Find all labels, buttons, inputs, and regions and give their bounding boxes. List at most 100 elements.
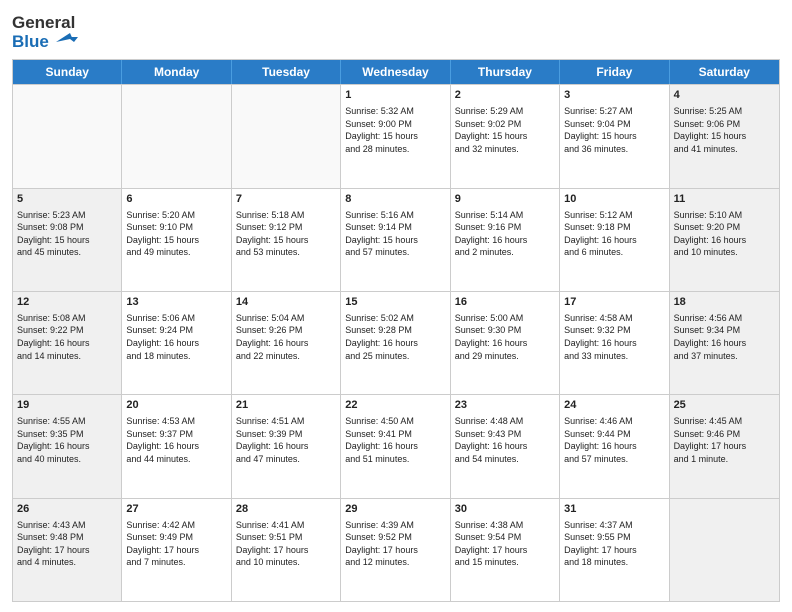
day-info: Sunrise: 5:06 AM Sunset: 9:24 PM Dayligh…: [126, 312, 226, 362]
day-info: Sunrise: 4:41 AM Sunset: 9:51 PM Dayligh…: [236, 519, 336, 569]
week-row-3: 12 Sunrise: 5:08 AM Sunset: 9:22 PM Dayli…: [13, 291, 779, 394]
day-number: 27: [126, 502, 226, 517]
week-row-1: 1 Sunrise: 5:32 AM Sunset: 9:00 PM Daylig…: [13, 84, 779, 187]
calendar-cell: 14 Sunrise: 5:04 AM Sunset: 9:26 PM Dayli…: [232, 292, 341, 394]
day-number: 28: [236, 502, 336, 517]
week-row-2: 5 Sunrise: 5:23 AM Sunset: 9:08 PM Daylig…: [13, 188, 779, 291]
day-info: Sunrise: 4:46 AM Sunset: 9:44 PM Dayligh…: [564, 415, 664, 465]
calendar-cell: 29 Sunrise: 4:39 AM Sunset: 9:52 PM Dayli…: [341, 499, 450, 601]
calendar-cell: 19 Sunrise: 4:55 AM Sunset: 9:35 PM Dayli…: [13, 395, 122, 497]
page: General Blue SundayMondayTuesdayWednesda…: [0, 0, 792, 612]
day-number: 9: [455, 192, 555, 207]
day-info: Sunrise: 4:48 AM Sunset: 9:43 PM Dayligh…: [455, 415, 555, 465]
day-number: 14: [236, 295, 336, 310]
calendar-cell: [13, 85, 122, 187]
day-number: 3: [564, 88, 664, 103]
day-info: Sunrise: 4:53 AM Sunset: 9:37 PM Dayligh…: [126, 415, 226, 465]
day-info: Sunrise: 5:12 AM Sunset: 9:18 PM Dayligh…: [564, 209, 664, 259]
day-number: 2: [455, 88, 555, 103]
day-number: 29: [345, 502, 445, 517]
day-number: 31: [564, 502, 664, 517]
day-number: 11: [674, 192, 775, 207]
day-number: 12: [17, 295, 117, 310]
day-info: Sunrise: 5:25 AM Sunset: 9:06 PM Dayligh…: [674, 105, 775, 155]
day-number: 10: [564, 192, 664, 207]
day-number: 25: [674, 398, 775, 413]
day-number: 7: [236, 192, 336, 207]
calendar-cell: 8 Sunrise: 5:16 AM Sunset: 9:14 PM Daylig…: [341, 189, 450, 291]
day-number: 26: [17, 502, 117, 517]
calendar-cell: [670, 499, 779, 601]
calendar-cell: 20 Sunrise: 4:53 AM Sunset: 9:37 PM Dayli…: [122, 395, 231, 497]
day-info: Sunrise: 5:04 AM Sunset: 9:26 PM Dayligh…: [236, 312, 336, 362]
day-number: 13: [126, 295, 226, 310]
logo: General Blue: [12, 10, 78, 51]
header-day-thursday: Thursday: [451, 60, 560, 84]
calendar-cell: 2 Sunrise: 5:29 AM Sunset: 9:02 PM Daylig…: [451, 85, 560, 187]
calendar-cell: [122, 85, 231, 187]
calendar-cell: 6Sunrise: 5:20 AM Sunset: 9:10 PM Daylig…: [122, 189, 231, 291]
day-number: 1: [345, 88, 445, 103]
logo-general: General: [12, 14, 78, 33]
day-info: Sunrise: 4:38 AM Sunset: 9:54 PM Dayligh…: [455, 519, 555, 569]
day-number: 8: [345, 192, 445, 207]
header: General Blue: [12, 10, 780, 51]
day-info: Sunrise: 5:23 AM Sunset: 9:08 PM Dayligh…: [17, 209, 117, 259]
calendar-cell: 25 Sunrise: 4:45 AM Sunset: 9:46 PM Dayli…: [670, 395, 779, 497]
day-info: Sunrise: 5:20 AM Sunset: 9:10 PM Dayligh…: [126, 209, 226, 259]
calendar-cell: 28 Sunrise: 4:41 AM Sunset: 9:51 PM Dayli…: [232, 499, 341, 601]
calendar-cell: 31 Sunrise: 4:37 AM Sunset: 9:55 PM Dayli…: [560, 499, 669, 601]
day-number: 16: [455, 295, 555, 310]
day-info: Sunrise: 4:37 AM Sunset: 9:55 PM Dayligh…: [564, 519, 664, 569]
calendar-cell: 16 Sunrise: 5:00 AM Sunset: 9:30 PM Dayli…: [451, 292, 560, 394]
calendar-cell: 24 Sunrise: 4:46 AM Sunset: 9:44 PM Dayli…: [560, 395, 669, 497]
header-day-monday: Monday: [122, 60, 231, 84]
header-day-wednesday: Wednesday: [341, 60, 450, 84]
day-info: Sunrise: 5:18 AM Sunset: 9:12 PM Dayligh…: [236, 209, 336, 259]
calendar-cell: 17Sunrise: 4:58 AM Sunset: 9:32 PM Dayli…: [560, 292, 669, 394]
calendar-cell: 18 Sunrise: 4:56 AM Sunset: 9:34 PM Dayli…: [670, 292, 779, 394]
week-row-4: 19 Sunrise: 4:55 AM Sunset: 9:35 PM Dayli…: [13, 394, 779, 497]
calendar-cell: 4Sunrise: 5:25 AM Sunset: 9:06 PM Daylig…: [670, 85, 779, 187]
week-row-5: 26Sunrise: 4:43 AM Sunset: 9:48 PM Dayli…: [13, 498, 779, 601]
day-info: Sunrise: 5:29 AM Sunset: 9:02 PM Dayligh…: [455, 105, 555, 155]
calendar-cell: 21Sunrise: 4:51 AM Sunset: 9:39 PM Dayli…: [232, 395, 341, 497]
day-number: 15: [345, 295, 445, 310]
calendar-cell: 15 Sunrise: 5:02 AM Sunset: 9:28 PM Dayli…: [341, 292, 450, 394]
day-info: Sunrise: 5:16 AM Sunset: 9:14 PM Dayligh…: [345, 209, 445, 259]
day-info: Sunrise: 4:39 AM Sunset: 9:52 PM Dayligh…: [345, 519, 445, 569]
logo-bird-icon: [56, 33, 78, 51]
day-number: 20: [126, 398, 226, 413]
header-day-saturday: Saturday: [670, 60, 779, 84]
calendar-cell: 27 Sunrise: 4:42 AM Sunset: 9:49 PM Dayli…: [122, 499, 231, 601]
calendar-cell: 22Sunrise: 4:50 AM Sunset: 9:41 PM Dayli…: [341, 395, 450, 497]
day-info: Sunrise: 4:45 AM Sunset: 9:46 PM Dayligh…: [674, 415, 775, 465]
day-info: Sunrise: 5:00 AM Sunset: 9:30 PM Dayligh…: [455, 312, 555, 362]
day-number: 23: [455, 398, 555, 413]
calendar-cell: 1 Sunrise: 5:32 AM Sunset: 9:00 PM Daylig…: [341, 85, 450, 187]
day-number: 18: [674, 295, 775, 310]
header-day-sunday: Sunday: [13, 60, 122, 84]
day-number: 24: [564, 398, 664, 413]
calendar-body: 1 Sunrise: 5:32 AM Sunset: 9:00 PM Daylig…: [13, 84, 779, 601]
calendar-cell: 13 Sunrise: 5:06 AM Sunset: 9:24 PM Dayli…: [122, 292, 231, 394]
day-info: Sunrise: 4:50 AM Sunset: 9:41 PM Dayligh…: [345, 415, 445, 465]
day-info: Sunrise: 5:10 AM Sunset: 9:20 PM Dayligh…: [674, 209, 775, 259]
day-info: Sunrise: 5:32 AM Sunset: 9:00 PM Dayligh…: [345, 105, 445, 155]
day-info: Sunrise: 4:42 AM Sunset: 9:49 PM Dayligh…: [126, 519, 226, 569]
calendar-cell: 5 Sunrise: 5:23 AM Sunset: 9:08 PM Daylig…: [13, 189, 122, 291]
calendar-cell: 3 Sunrise: 5:27 AM Sunset: 9:04 PM Daylig…: [560, 85, 669, 187]
day-number: 21: [236, 398, 336, 413]
day-info: Sunrise: 5:14 AM Sunset: 9:16 PM Dayligh…: [455, 209, 555, 259]
day-info: Sunrise: 5:08 AM Sunset: 9:22 PM Dayligh…: [17, 312, 117, 362]
day-number: 30: [455, 502, 555, 517]
calendar-header-row: SundayMondayTuesdayWednesdayThursdayFrid…: [13, 60, 779, 84]
day-info: Sunrise: 4:55 AM Sunset: 9:35 PM Dayligh…: [17, 415, 117, 465]
calendar-cell: 30 Sunrise: 4:38 AM Sunset: 9:54 PM Dayli…: [451, 499, 560, 601]
day-info: Sunrise: 4:56 AM Sunset: 9:34 PM Dayligh…: [674, 312, 775, 362]
day-info: Sunrise: 5:27 AM Sunset: 9:04 PM Dayligh…: [564, 105, 664, 155]
logo-blue: Blue: [12, 33, 78, 52]
day-info: Sunrise: 5:02 AM Sunset: 9:28 PM Dayligh…: [345, 312, 445, 362]
day-number: 5: [17, 192, 117, 207]
day-number: 19: [17, 398, 117, 413]
